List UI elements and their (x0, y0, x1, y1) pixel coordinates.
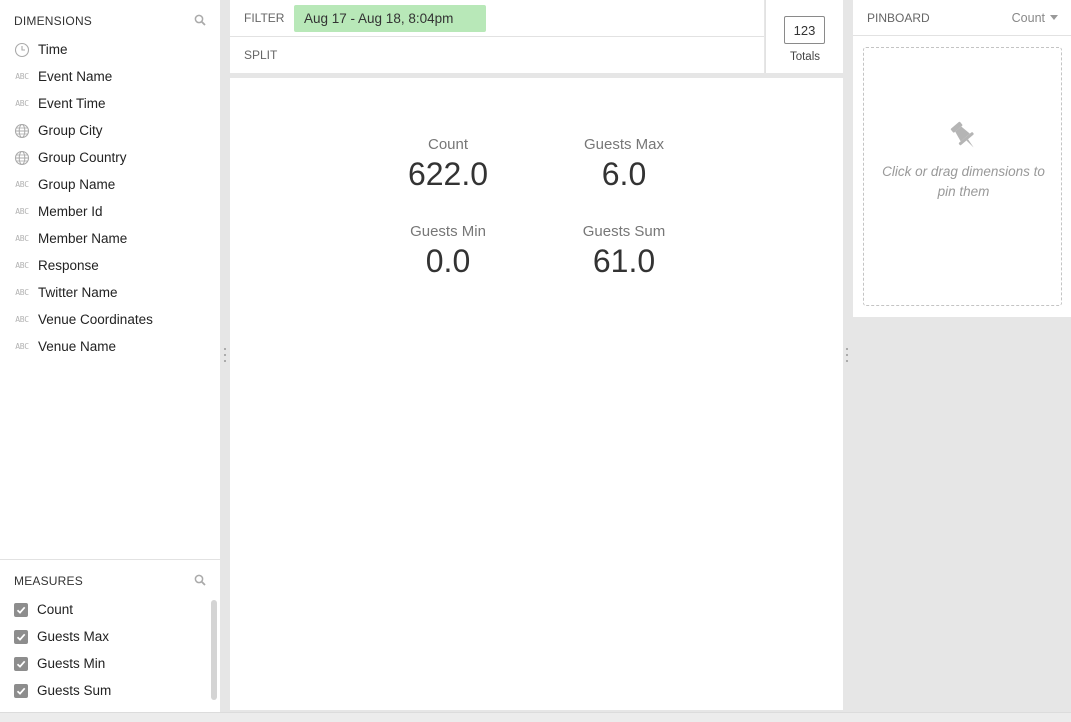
checkbox-checked-icon[interactable] (14, 629, 28, 644)
abc-icon: ABC (15, 288, 29, 297)
measure-cell-guests-max: Guests Max 6.0 (536, 136, 712, 193)
dimension-item[interactable]: Time (0, 36, 220, 63)
checkbox-checked-icon[interactable] (14, 602, 28, 617)
measure-list: Count Guests Max Guests Min Guests Sum (0, 596, 205, 704)
abc-icon: ABC (15, 207, 29, 216)
time-filter-chip[interactable]: Aug 17 - Aug 18, 8:04pm (294, 4, 486, 32)
measure-item[interactable]: Guests Min (0, 650, 205, 677)
right-resize-handle[interactable] (845, 348, 849, 362)
measure-label: Guests Min (37, 656, 106, 671)
measure-cell-label: Count (427, 136, 469, 153)
dimension-label: Event Name (38, 69, 113, 84)
measure-label: Guests Sum (37, 683, 112, 698)
bottom-strip (0, 712, 1071, 722)
abc-icon: ABC (15, 180, 29, 189)
left-panel: DIMENSIONS Time ABC Event Name ABC Event Tim… (0, 0, 220, 712)
abc-icon: ABC (15, 315, 29, 324)
dimension-item[interactable]: ABC Member Id (0, 198, 220, 225)
checkbox-checked-icon[interactable] (14, 683, 28, 698)
left-resize-handle[interactable] (223, 348, 227, 362)
pinboard-panel: PINBOARD Count Click or drag dimensions … (853, 0, 1071, 317)
dimension-label: Twitter Name (38, 285, 118, 300)
split-label: SPLIT (244, 48, 278, 62)
dimension-item[interactable]: Group Country (0, 144, 220, 171)
totals-visualization-selector[interactable]: 123 Totals (765, 0, 843, 73)
pinboard-sort-dropdown[interactable]: Count (1012, 11, 1058, 25)
dimension-item[interactable]: ABC Twitter Name (0, 279, 220, 306)
search-icon[interactable] (194, 574, 206, 586)
pinboard-hint: Click or drag dimensions to pin them (882, 164, 1045, 199)
totals-icon: 123 (784, 16, 825, 44)
dimension-item[interactable]: ABC Response (0, 252, 220, 279)
clock-icon (12, 42, 32, 57)
measure-cell-count: Count 622.0 (360, 136, 536, 193)
measure-cell-value: 61.0 (592, 243, 656, 279)
dimension-item[interactable]: ABC Member Name (0, 225, 220, 252)
pinboard-sort-label: Count (1011, 10, 1045, 25)
measure-cell-guests-sum: Guests Sum 61.0 (536, 223, 712, 280)
measures-scrollbar[interactable] (211, 600, 217, 700)
dimension-label: Response (38, 258, 99, 273)
dimensions-title: DIMENSIONS (14, 14, 93, 28)
measure-item[interactable]: Count (0, 596, 205, 623)
filter-split-bar: FILTER Aug 17 - Aug 18, 8:04pm SPLIT (230, 0, 764, 73)
globe-icon (12, 150, 32, 165)
measure-cell-guests-min: Guests Min 0.0 (360, 223, 536, 280)
dimension-item[interactable]: ABC Event Time (0, 90, 220, 117)
abc-icon: ABC (15, 342, 29, 351)
measure-cell-label: Guests Min (410, 223, 486, 240)
measure-item[interactable]: Guests Max (0, 623, 205, 650)
abc-icon: ABC (15, 99, 29, 108)
pinboard-title: PINBOARD (867, 10, 930, 25)
dimension-item[interactable]: Group City (0, 117, 220, 144)
dimension-label: Venue Coordinates (38, 312, 153, 327)
dimension-label: Group City (38, 123, 103, 138)
checkbox-checked-icon[interactable] (14, 656, 28, 671)
dimension-label: Member Name (38, 231, 128, 246)
dimension-label: Event Time (38, 96, 106, 111)
dimension-label: Group Name (38, 177, 116, 192)
chevron-down-icon (1050, 15, 1058, 20)
pushpin-icon (950, 121, 974, 148)
filter-row: FILTER Aug 17 - Aug 18, 8:04pm (230, 0, 764, 36)
abc-icon: ABC (15, 72, 29, 81)
dimension-item[interactable]: ABC Group Name (0, 171, 220, 198)
pinboard-header: PINBOARD Count (853, 0, 1071, 36)
measure-label: Count (37, 602, 74, 617)
abc-icon: ABC (15, 261, 29, 270)
dimension-label: Venue Name (38, 339, 117, 354)
measure-cell-value: 0.0 (425, 243, 471, 279)
measures-title: MEASURES (14, 574, 83, 588)
measure-cell-value: 622.0 (407, 156, 489, 192)
pinboard-drop-zone[interactable]: Click or drag dimensions to pin them (863, 47, 1062, 306)
totals-view: Count 622.0 Guests Max 6.0 Guests Min 0.… (230, 78, 843, 710)
globe-icon (12, 123, 32, 138)
measure-cell-label: Guests Max (583, 136, 665, 153)
dimension-label: Group Country (38, 150, 127, 165)
dimension-label: Time (38, 42, 68, 57)
dimension-list: Time ABC Event Name ABC Event Time Group City… (0, 36, 220, 360)
split-row[interactable]: SPLIT (230, 36, 764, 73)
dimension-item[interactable]: ABC Venue Coordinates (0, 306, 220, 333)
dimension-label: Member Id (38, 204, 103, 219)
abc-icon: ABC (15, 234, 29, 243)
measures-panel: MEASURES Count Guests Max Guests Min Guests… (0, 559, 220, 712)
measure-label: Guests Max (37, 629, 110, 644)
measure-cell-value: 6.0 (601, 156, 647, 192)
measure-item[interactable]: Guests Sum (0, 677, 205, 704)
search-icon[interactable] (194, 14, 206, 26)
dimensions-panel: DIMENSIONS Time ABC Event Name ABC Event Tim… (0, 0, 220, 558)
dimension-item[interactable]: ABC Event Name (0, 63, 220, 90)
filter-label: FILTER (244, 11, 285, 25)
measure-cell-label: Guests Sum (582, 223, 666, 240)
totals-label: Totals (789, 51, 821, 63)
dimension-item[interactable]: ABC Venue Name (0, 333, 220, 360)
